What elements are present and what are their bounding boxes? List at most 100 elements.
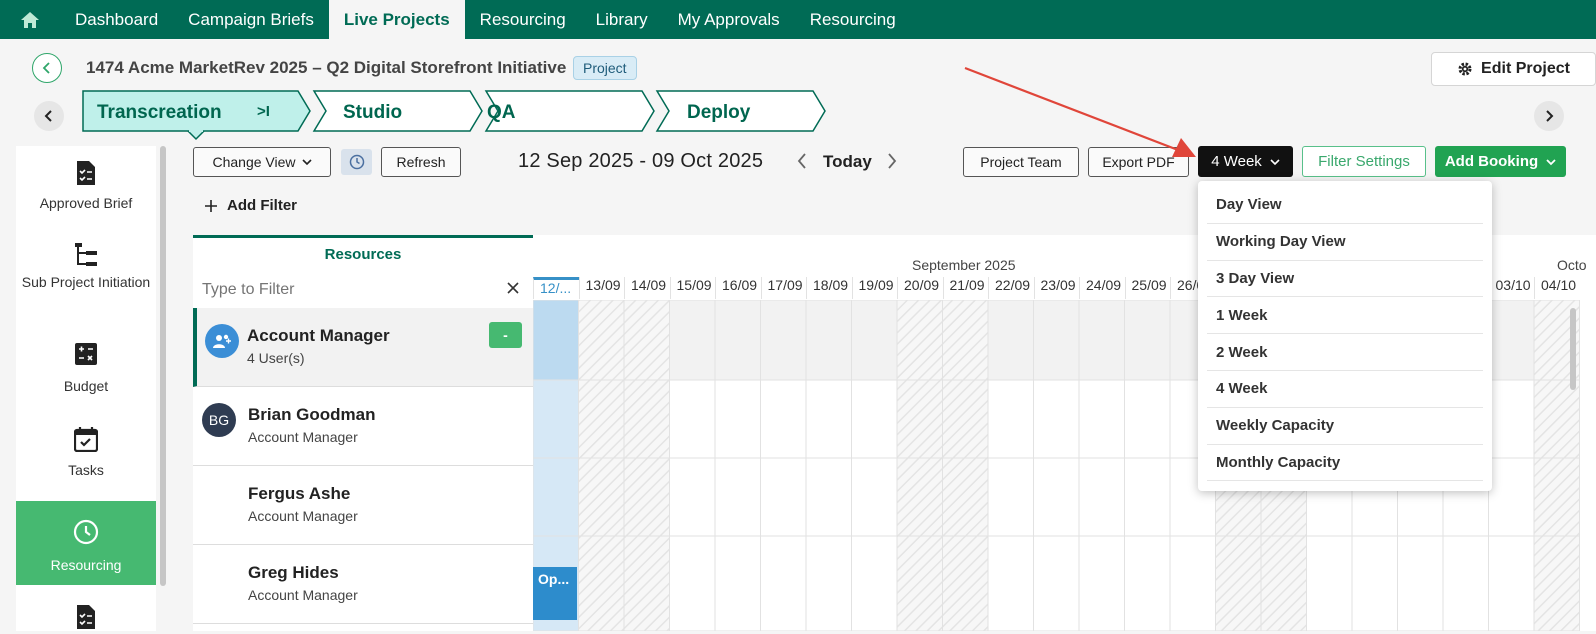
timeline-cell[interactable] [578,300,625,381]
collapse-icon[interactable]: >I [257,103,270,120]
add-filter-button[interactable]: Add Filter [205,197,297,214]
nav-live-projects[interactable]: Live Projects [328,0,465,39]
timeline-cell[interactable] [533,457,579,537]
timeline-cell[interactable] [1306,535,1353,631]
timeline-cell[interactable] [714,300,761,381]
timeline-cell[interactable] [669,379,716,459]
timeline-cell[interactable] [805,457,852,537]
timeline-cell[interactable] [714,379,761,459]
timeline-cell[interactable] [1124,535,1171,631]
add-booking-button[interactable]: Add Booking [1435,146,1566,177]
timeline-cell[interactable] [942,457,989,537]
timeline-cell[interactable] [1215,535,1262,631]
timeline-cell[interactable] [851,457,898,537]
timeline-cell[interactable] [987,379,1034,459]
timeline-cell[interactable] [1124,379,1171,459]
home-button[interactable] [0,0,60,39]
timeline-cell[interactable] [851,379,898,459]
timeline-cell[interactable] [1124,457,1171,537]
menu-item-monthly-capacity[interactable]: Monthly Capacity [1207,445,1483,482]
menu-item-weekly-capacity[interactable]: Weekly Capacity [1207,408,1483,445]
nav-library[interactable]: Library [581,0,663,39]
timeline-cell[interactable] [760,457,807,537]
menu-item-2-week[interactable]: 2 Week [1207,334,1483,371]
timeline-cell[interactable] [1533,379,1580,459]
stage-prev-button[interactable] [34,101,64,131]
timeline-cell[interactable] [1442,535,1489,631]
timeline-cell[interactable] [669,457,716,537]
resource-filter-input[interactable] [202,281,502,299]
timeline-cell[interactable] [533,379,579,459]
timeline-cell[interactable] [1033,535,1080,631]
timeline-cell[interactable] [533,300,579,381]
timeline-cell[interactable] [805,535,852,631]
timeline-cell[interactable] [896,300,943,381]
timeline-scrollbar[interactable] [1570,308,1576,390]
back-button[interactable] [32,53,62,83]
menu-item-4-week[interactable]: 4 Week [1207,371,1483,408]
nav-resourcing[interactable]: Resourcing [465,0,581,39]
timeline-cell[interactable] [760,379,807,459]
timeline-cell[interactable] [1351,535,1398,631]
nav-resourcing-2[interactable]: Resourcing [795,0,911,39]
timeline-cell[interactable] [1078,300,1125,381]
refresh-button[interactable]: Refresh [381,147,461,177]
sidebar-item-approved-brief[interactable]: Approved Brief [16,160,156,230]
change-view-button[interactable]: Change View [193,147,331,177]
timeline-cell[interactable] [578,457,625,537]
timeline-cell[interactable] [623,535,670,631]
timeline-cell[interactable] [1124,300,1171,381]
timeline-cell[interactable] [714,535,761,631]
history-button[interactable] [341,149,372,175]
resource-row[interactable]: Greg Hides Account Manager [193,545,533,624]
timeline-cell[interactable] [896,457,943,537]
timeline-cell[interactable] [896,535,943,631]
timeline-cell[interactable] [851,535,898,631]
stage-studio[interactable]: Studio [312,90,483,132]
timeline-cell[interactable] [1078,457,1125,537]
timeline-cell[interactable] [987,457,1034,537]
stage-transcreation[interactable]: Transcreation >I [82,90,311,141]
export-pdf-button[interactable]: Export PDF [1088,147,1189,177]
next-period-button[interactable] [886,152,898,175]
timeline-cell[interactable] [623,379,670,459]
timeline-cell[interactable] [1033,457,1080,537]
timeline-cell[interactable] [805,379,852,459]
resource-group-row[interactable]: Account Manager 4 User(s) - [193,308,533,387]
timeline-cell[interactable] [1533,457,1580,537]
booking-block[interactable]: Op... [533,567,577,620]
edit-project-button[interactable]: Edit Project [1431,52,1596,86]
stage-qa[interactable]: QA [484,90,655,132]
timeline-cell[interactable] [1397,535,1444,631]
sidebar-item-budget[interactable]: Budget [16,342,156,402]
clear-filter-button[interactable] [507,278,519,299]
timeline-cell[interactable] [1488,379,1535,459]
nav-campaign-briefs[interactable]: Campaign Briefs [173,0,329,39]
timeline-cell[interactable] [714,457,761,537]
timeline-cell[interactable] [1078,379,1125,459]
timeline-cell[interactable] [760,300,807,381]
timeline-cell[interactable] [1033,379,1080,459]
timeline-cell[interactable] [987,300,1034,381]
timeline-cell[interactable] [623,457,670,537]
timeline-cell[interactable] [1078,535,1125,631]
timeline-cell[interactable] [578,535,625,631]
collapse-group-button[interactable]: - [489,322,522,348]
sidebar-item-more[interactable] [16,604,156,634]
resource-row[interactable]: Fergus Ashe Account Manager [193,466,533,545]
timeline-cell[interactable] [760,535,807,631]
view-select-button[interactable]: 4 Week [1198,146,1293,177]
timeline-cell[interactable] [1488,300,1535,381]
timeline-cell[interactable] [942,300,989,381]
timeline-cell[interactable] [896,379,943,459]
timeline-cell[interactable] [805,300,852,381]
timeline-cell[interactable] [578,379,625,459]
timeline-cell[interactable] [942,535,989,631]
timeline-cell[interactable] [1260,535,1307,631]
today-button[interactable]: Today [823,152,872,172]
timeline-cell[interactable] [623,300,670,381]
nav-my-approvals[interactable]: My Approvals [663,0,795,39]
sidebar-scrollbar[interactable] [160,146,166,586]
resource-row[interactable]: BG Brian Goodman Account Manager [193,387,533,466]
timeline-cell[interactable] [1169,535,1216,631]
